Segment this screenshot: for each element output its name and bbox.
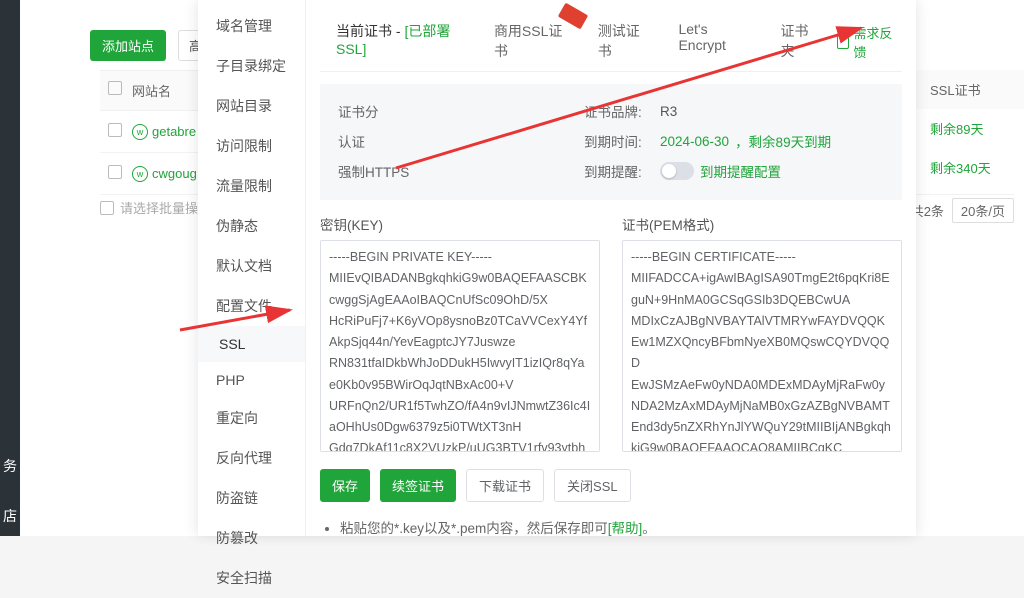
row-checkbox[interactable]: [108, 123, 122, 137]
label-expire: 到期时间:: [584, 131, 654, 151]
pager: 共2条 20条/页: [911, 198, 1014, 223]
sidebar-item-6[interactable]: 默认文档: [198, 246, 305, 286]
sidebar-item-10[interactable]: 重定向: [198, 398, 305, 438]
cert-editors: 密钥(KEY) 证书(PEM格式): [320, 214, 902, 455]
tab-current-cert[interactable]: 当前证书 - [已部署SSL]: [320, 12, 478, 71]
page-size-select[interactable]: 20条/页: [952, 198, 1014, 223]
tab-commercial-ssl[interactable]: 商用SSL证书: [478, 12, 582, 71]
label-cert: 证书(PEM格式): [622, 214, 902, 234]
tab-test-cert[interactable]: 测试证书: [582, 12, 663, 71]
feedback-icon: [837, 35, 849, 49]
sidebar-item-11[interactable]: 反向代理: [198, 438, 305, 478]
sidebar-item-12[interactable]: 防盗链: [198, 478, 305, 518]
sidebar-item-4[interactable]: 流量限制: [198, 166, 305, 206]
leftnav-item[interactable]: 务: [3, 456, 17, 476]
label-cert-score: 证书分: [338, 101, 408, 121]
label-remind: 到期提醒:: [584, 161, 654, 181]
sidebar-item-14[interactable]: 安全扫描: [198, 558, 305, 598]
sidebar-item-5[interactable]: 伪静态: [198, 206, 305, 246]
sidebar-item-8[interactable]: SSL: [198, 326, 305, 362]
ssl-remain[interactable]: 剩余340天: [916, 148, 1024, 187]
ssl-remain[interactable]: 剩余89天: [916, 109, 1024, 148]
value-expire-remain: ，剩余89天到期: [735, 131, 831, 151]
sidebar-item-7[interactable]: 配置文件: [198, 286, 305, 326]
site-name[interactable]: cwgoug: [152, 166, 197, 181]
select-all-checkbox[interactable]: [108, 81, 122, 95]
ssl-column-peek: SSL证书 剩余89天 剩余340天: [916, 70, 1024, 187]
label-auth: 认证: [338, 131, 408, 151]
feedback-link[interactable]: 需求反馈: [833, 12, 902, 71]
help-link[interactable]: [帮助]: [608, 521, 643, 536]
ssl-notes: 粘贴您的*.key以及*.pem内容，然后保存即可[帮助]。 如果浏览器提示证书…: [326, 516, 902, 536]
sidebar-item-3[interactable]: 访问限制: [198, 126, 305, 166]
shield-icon: w: [132, 166, 148, 182]
site-name[interactable]: getabre: [152, 124, 196, 139]
batch-checkbox[interactable]: [100, 201, 114, 215]
certificate-textarea[interactable]: [622, 240, 902, 452]
settings-sidebar: 域名管理子目录绑定网站目录访问限制流量限制伪静态默认文档配置文件SSLPHP重定…: [198, 0, 306, 536]
shield-icon: w: [132, 124, 148, 140]
tab-lets-encrypt[interactable]: Let's Encrypt: [662, 12, 764, 71]
label-force-https: 强制HTTPS: [338, 161, 409, 181]
save-button[interactable]: 保存: [320, 469, 370, 502]
renew-button[interactable]: 续签证书: [380, 469, 456, 502]
ssl-tabs: 当前证书 - [已部署SSL] 商用SSL证书 测试证书 Let's Encry…: [320, 12, 902, 72]
batch-bar: 请选择批量操作: [100, 198, 211, 217]
value-expire-date: 2024-06-30: [660, 134, 729, 149]
add-site-button[interactable]: 添加站点: [90, 30, 166, 61]
sidebar-item-13[interactable]: 防篡改: [198, 518, 305, 558]
download-button[interactable]: 下载证书: [466, 469, 544, 502]
site-toolbar: 添加站点 高: [90, 30, 213, 61]
col-ssl-head: SSL证书: [916, 70, 1024, 109]
main-left-nav: 务 店: [0, 0, 20, 536]
row-checkbox[interactable]: [108, 165, 122, 179]
ssl-panel: 当前证书 - [已部署SSL] 商用SSL证书 测试证书 Let's Encry…: [306, 0, 916, 536]
site-settings-modal: 域名管理子目录绑定网站目录访问限制流量限制伪静态默认文档配置文件SSLPHP重定…: [198, 0, 916, 536]
sidebar-item-0[interactable]: 域名管理: [198, 6, 305, 46]
value-brand: R3: [660, 104, 677, 119]
cert-info-box: 证书分 证书品牌: R3 认证 到期时间: 2024-06-30 ，剩余89天到期 强…: [320, 84, 902, 200]
ssl-actions: 保存 续签证书 下载证书 关闭SSL: [320, 469, 902, 502]
remind-config-link[interactable]: 到期提醒配置: [700, 161, 781, 181]
close-ssl-button[interactable]: 关闭SSL: [554, 469, 631, 502]
leftnav-item[interactable]: 店: [3, 506, 17, 526]
sidebar-item-9[interactable]: PHP: [198, 362, 305, 398]
tab-cert-folder[interactable]: 证书夹: [765, 12, 834, 71]
sidebar-item-2[interactable]: 网站目录: [198, 86, 305, 126]
label-brand: 证书品牌:: [584, 101, 654, 121]
sidebar-item-1[interactable]: 子目录绑定: [198, 46, 305, 86]
private-key-textarea[interactable]: [320, 240, 600, 452]
label-key: 密钥(KEY): [320, 214, 600, 234]
remind-toggle[interactable]: [660, 162, 694, 180]
